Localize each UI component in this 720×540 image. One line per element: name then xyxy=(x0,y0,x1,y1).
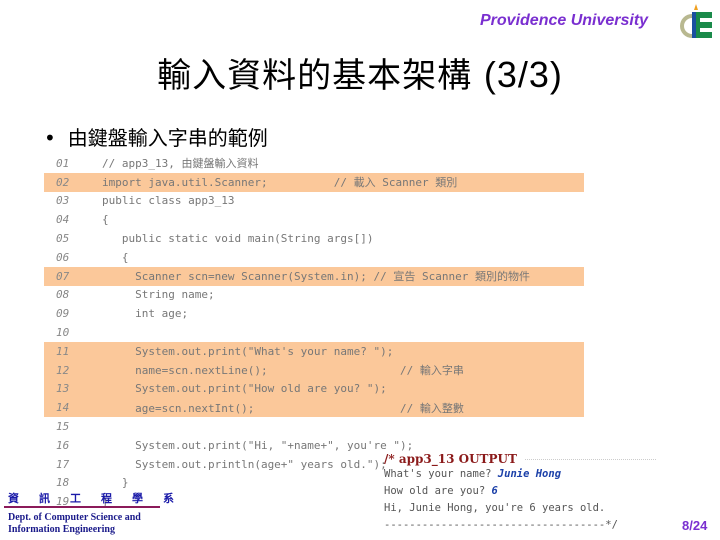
line-number: 07 xyxy=(56,269,70,283)
bullet-text: 由鍵盤輸入字串的範例 xyxy=(67,126,268,150)
code-line: 11 System.out.print("What's your name? "… xyxy=(44,341,584,361)
code-line: 01 // app3_13, 由鍵盤輸入資料 xyxy=(44,154,584,173)
code-line: 04 { xyxy=(44,210,584,229)
code-line: 13 System.out.print("How old are you? ")… xyxy=(44,379,584,399)
line-number: 13 xyxy=(56,382,70,396)
dept-english-line: Information Engineering xyxy=(8,524,115,535)
code-text: { xyxy=(102,213,109,227)
dept-english-line: Dept. of Computer Science and xyxy=(8,512,141,523)
line-number: 08 xyxy=(56,288,70,302)
code-text: // app3_13, 由鍵盤輸入資料 xyxy=(102,157,259,171)
university-name: Providence University xyxy=(480,12,649,29)
code-line: 08 String name; xyxy=(44,286,584,305)
code-line: 03 public class app3_13 xyxy=(44,192,584,211)
output-end: -----------------------------------*/ xyxy=(384,519,618,531)
output-title-text: /* app3_13 OUTPUT xyxy=(384,452,517,466)
code-line: 06 { xyxy=(44,248,584,267)
code-text: public static void main(String args[]) xyxy=(102,232,374,246)
output-user-input: 6 xyxy=(491,485,498,497)
code-line: 05 public static void main(String args[]… xyxy=(44,229,584,248)
code-text: System.out.print("How old are you? "); xyxy=(102,382,387,396)
department-logo-icon xyxy=(680,4,712,38)
bullet-dot-icon: • xyxy=(44,126,56,150)
code-line: 10 xyxy=(44,323,584,342)
output-title-rule xyxy=(524,458,656,460)
bullet-item: • 由鍵盤輸入字串的範例 xyxy=(44,122,268,151)
output-prompt: What's your name? xyxy=(384,468,498,480)
code-text: { xyxy=(102,250,129,264)
code-text: import java.util.Scanner; // 載入 Scanner … xyxy=(102,176,458,190)
code-text: System.out.print("What's your name? "); xyxy=(102,344,394,358)
line-number: 10 xyxy=(56,326,70,340)
code-text: public class app3_13 xyxy=(102,194,235,208)
code-line: 15 xyxy=(44,417,584,436)
code-text: name=scn.nextLine(); // 輸入字串 xyxy=(102,364,464,378)
code-text: age=scn.nextInt(); // 輸入整數 xyxy=(102,401,464,415)
code-text: System.out.print("Hi, "+name+", you're "… xyxy=(102,438,414,452)
code-text: Scanner scn=new Scanner(System.in); // 宣… xyxy=(102,270,530,284)
line-number: 15 xyxy=(56,420,70,434)
code-line: 12 name=scn.nextLine(); // 輸入字串 xyxy=(44,360,584,380)
code-text: int age; xyxy=(102,307,189,321)
line-number: 02 xyxy=(56,175,70,189)
code-text: String name; xyxy=(102,288,215,302)
line-number: 16 xyxy=(56,438,70,452)
line-number: 04 xyxy=(56,213,70,227)
line-number: 05 xyxy=(56,232,70,246)
slide-title: 輸入資料的基本架構 (3/3) xyxy=(0,48,720,97)
dept-chinese-name: 資訊工程學系 xyxy=(8,492,194,505)
line-number: 09 xyxy=(56,307,70,321)
line-number: 18 xyxy=(56,476,70,490)
output-user-input: Junie Hong xyxy=(497,468,562,480)
line-number: 03 xyxy=(56,194,70,208)
output-prompt: How old are you? xyxy=(384,485,492,497)
output-title: /* app3_13 OUTPUT xyxy=(384,452,656,466)
output-line: How old are you? 6 xyxy=(384,483,656,500)
line-number: 06 xyxy=(56,250,70,264)
code-line: 07 Scanner scn=new Scanner(System.in); /… xyxy=(44,266,584,286)
slide-title-suffix: (3/3) xyxy=(483,54,563,95)
line-number: 11 xyxy=(56,344,70,358)
footer-divider xyxy=(4,506,160,508)
output-line: What's your name? Junie Hong xyxy=(384,466,656,483)
line-number: 01 xyxy=(56,156,70,170)
program-output: /* app3_13 OUTPUT What's your name? Juni… xyxy=(384,452,656,534)
code-line: 14 age=scn.nextInt(); // 輸入整數 xyxy=(44,398,584,418)
output-line: Hi, Junie Hong, you're 6 years old. xyxy=(384,502,606,514)
page-number: 8/24 xyxy=(682,518,708,533)
slide-title-text: 輸入資料的基本架構 xyxy=(157,56,473,96)
line-number: 12 xyxy=(56,363,70,377)
dept-english-name: Dept. of Computer Science and Informatio… xyxy=(8,512,141,536)
line-number: 17 xyxy=(56,457,70,471)
line-number: 14 xyxy=(56,401,70,415)
code-line: 09 int age; xyxy=(44,304,584,323)
code-line: 02 import java.util.Scanner; // 載入 Scanne… xyxy=(44,172,584,192)
